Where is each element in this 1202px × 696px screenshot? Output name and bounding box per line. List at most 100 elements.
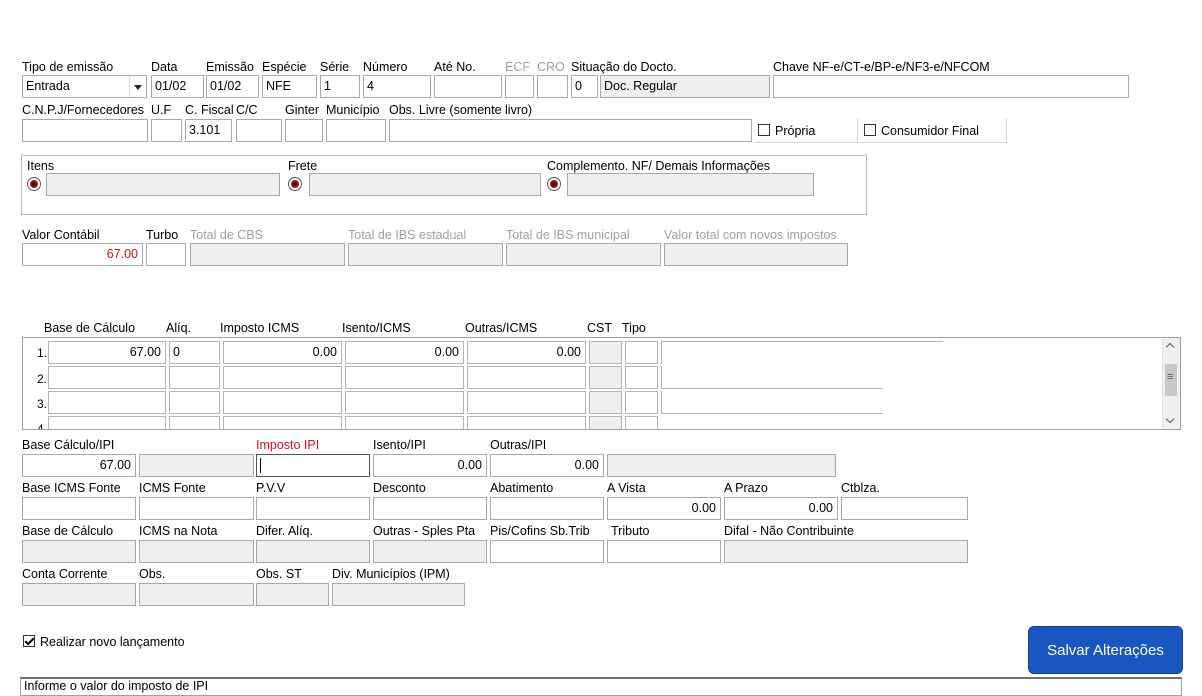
- table-cell-aliq[interactable]: 0: [169, 341, 220, 364]
- ginter-label: Ginter: [285, 103, 320, 117]
- serie-label: Série: [320, 60, 350, 74]
- scroll-down-icon[interactable]: [1163, 413, 1180, 429]
- data-field[interactable]: 01/02: [151, 75, 204, 98]
- chave-field[interactable]: [773, 75, 1129, 98]
- total-ibs-estadual-label: Total de IBS estadual: [348, 228, 467, 242]
- table-cell-imposto[interactable]: [223, 391, 342, 414]
- table-cell-outras[interactable]: [467, 416, 586, 429]
- cnpj-field[interactable]: [22, 119, 148, 142]
- status-bar: Informe o valor do imposto de IPI: [20, 677, 1182, 696]
- grid-header-aliq: Alíq.: [166, 321, 192, 335]
- serie-field[interactable]: 1: [320, 75, 360, 98]
- table-cell-tipo[interactable]: [625, 391, 658, 414]
- table-cell-tipo[interactable]: [625, 341, 658, 364]
- table-cell-outras[interactable]: [467, 366, 586, 389]
- a-vista-field[interactable]: 0.00: [607, 497, 721, 520]
- frete-radio-icon[interactable]: [288, 177, 302, 191]
- row-number: 4.: [36, 422, 47, 430]
- cfiscal-field[interactable]: 3.101: [185, 119, 232, 142]
- base-icms-fonte-field[interactable]: [22, 497, 136, 520]
- table-cell-base[interactable]: [48, 391, 166, 414]
- base-icms-fonte-label: Base ICMS Fonte: [22, 481, 121, 495]
- table-cell-tipo[interactable]: [625, 366, 658, 389]
- total-cbs-label: Total de CBS: [190, 228, 263, 242]
- isento-ipi-field[interactable]: 0.00: [373, 454, 487, 477]
- obs-field: [139, 583, 254, 606]
- table-cell-aliq[interactable]: [169, 366, 220, 389]
- ate-no-field[interactable]: [434, 75, 502, 98]
- table-cell-isento[interactable]: [345, 416, 464, 429]
- cnpj-label: C.N.P.J/Fornecedores: [22, 103, 145, 117]
- table-cell-outras[interactable]: 0.00: [467, 341, 586, 364]
- table-cell-imposto[interactable]: 0.00: [223, 341, 342, 364]
- abatimento-field[interactable]: [490, 497, 604, 520]
- pis-cofins-label: Pis/Cofins Sb.Trib: [490, 524, 590, 538]
- realizar-novo-checkbox[interactable]: [23, 635, 35, 647]
- table-cell-aliq[interactable]: [169, 416, 220, 429]
- frete-field: [309, 173, 541, 196]
- abatimento-label: Abatimento: [490, 481, 554, 495]
- obs-livre-label: Obs. Livre (somente livro): [389, 103, 533, 117]
- situacao-label: Situação do Docto.: [571, 60, 677, 74]
- outras-ipi-field[interactable]: 0.00: [490, 454, 604, 477]
- obs-livre-field[interactable]: [389, 119, 752, 142]
- tipo-emissao-select[interactable]: Entrada: [22, 75, 147, 98]
- obs-st-label: Obs. ST: [256, 567, 302, 581]
- cc-label: C/C: [236, 103, 258, 117]
- a-prazo-field[interactable]: 0.00: [724, 497, 838, 520]
- frete-label: Frete: [288, 159, 318, 173]
- scroll-thumb[interactable]: [1165, 364, 1177, 396]
- desconto-field[interactable]: [373, 497, 487, 520]
- propria-label: Própria: [775, 124, 816, 138]
- table-cell-base[interactable]: 67.00: [48, 341, 166, 364]
- table-cell-desc: [661, 366, 883, 389]
- especie-label: Espécie: [262, 60, 307, 74]
- consumidor-final-checkbox[interactable]: [864, 124, 876, 136]
- chevron-down-icon[interactable]: [129, 76, 146, 97]
- table-cell-isento[interactable]: 0.00: [345, 341, 464, 364]
- save-button[interactable]: Salvar Alterações: [1028, 626, 1183, 674]
- pvv-field[interactable]: [256, 497, 370, 520]
- especie-field[interactable]: NFE: [262, 75, 317, 98]
- ctblza-field[interactable]: [841, 497, 968, 520]
- ginter-field[interactable]: [285, 119, 323, 142]
- tribut-field[interactable]: [607, 540, 721, 563]
- municipio-field[interactable]: [326, 119, 386, 142]
- table-cell-base[interactable]: [48, 416, 166, 429]
- base-ipi-extra-field: [139, 454, 254, 477]
- cc-field[interactable]: [236, 119, 282, 142]
- icms-grid[interactable]: 1. 67.00 0 0.00 0.00 0.00 2. 3. 4.: [22, 337, 1181, 430]
- propria-checkbox[interactable]: [758, 124, 770, 136]
- a-vista-label: A Vista: [607, 481, 646, 495]
- table-cell-outras[interactable]: [467, 391, 586, 414]
- turbo-field[interactable]: [146, 243, 186, 266]
- grid-scrollbar[interactable]: [1162, 338, 1180, 429]
- base-ipi-field[interactable]: 67.00: [22, 454, 136, 477]
- isento-ipi-label: Isento/IPI: [373, 438, 426, 452]
- complemento-radio-icon[interactable]: [547, 177, 561, 191]
- table-cell-isento[interactable]: [345, 391, 464, 414]
- itens-field: [46, 173, 280, 196]
- tribut-label: Tributo: [611, 524, 650, 538]
- table-cell-imposto[interactable]: [223, 416, 342, 429]
- pis-cofins-field[interactable]: [490, 540, 604, 563]
- cfiscal-label: C. Fiscal: [185, 103, 234, 117]
- situacao-code-field[interactable]: 0: [571, 75, 598, 98]
- numero-field[interactable]: 4: [363, 75, 431, 98]
- table-cell-imposto[interactable]: [223, 366, 342, 389]
- grid-header-isento: Isento/ICMS: [342, 321, 411, 335]
- uf-field[interactable]: [151, 119, 182, 142]
- itens-radio-icon[interactable]: [27, 177, 41, 191]
- table-cell-aliq[interactable]: [169, 391, 220, 414]
- total-ibs-municipal-label: Total de IBS municipal: [506, 228, 630, 242]
- table-cell-base[interactable]: [48, 366, 166, 389]
- icms-fonte-field[interactable]: [139, 497, 254, 520]
- imposto-ipi-field[interactable]: [256, 454, 370, 477]
- table-cell-tipo[interactable]: [625, 416, 658, 429]
- scroll-up-icon[interactable]: [1163, 338, 1180, 354]
- complemento-field: [567, 173, 814, 196]
- valor-contabil-field[interactable]: 67.00: [22, 243, 143, 266]
- chave-label: Chave NF-e/CT-e/BP-e/NF3-e/NFCOM: [773, 60, 990, 74]
- emissao-field[interactable]: 01/02: [206, 75, 259, 98]
- table-cell-isento[interactable]: [345, 366, 464, 389]
